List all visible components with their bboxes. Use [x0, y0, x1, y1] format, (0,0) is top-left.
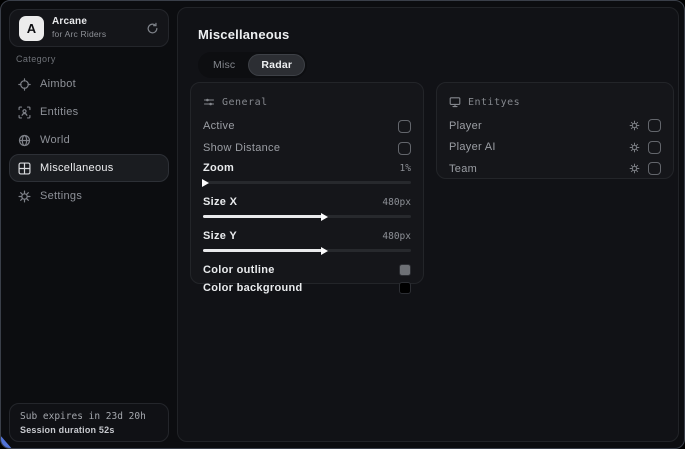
size-y-slider-thumb[interactable]	[321, 247, 328, 255]
app-subtitle: for Arc Riders	[52, 29, 106, 40]
player-label: Player	[449, 120, 629, 132]
app-window: A Arcane for Arc Riders Category Aimbot	[0, 0, 685, 449]
active-row: Active	[203, 115, 411, 137]
size-y-value: 480px	[382, 231, 411, 242]
app-title: Arcane	[52, 16, 106, 29]
color-outline-label: Color outline	[203, 264, 275, 276]
tab-group: Misc Radar	[198, 52, 307, 78]
color-outline-swatch[interactable]	[399, 264, 411, 276]
team-settings-gear-icon[interactable]	[629, 163, 640, 174]
sidebar: A Arcane for Arc Riders Category Aimbot	[1, 1, 177, 448]
category-label: Category	[16, 54, 56, 64]
refresh-icon[interactable]	[146, 22, 159, 35]
zoom-value: 1%	[400, 163, 411, 174]
logo-card: A Arcane for Arc Riders	[9, 9, 169, 47]
zoom-slider-thumb[interactable]	[202, 179, 209, 187]
sidebar-item-world[interactable]: World	[9, 126, 169, 154]
show-distance-label: Show Distance	[203, 142, 280, 154]
entities-panel: Entityes Player Player AI	[436, 82, 674, 179]
tab-misc[interactable]: Misc	[200, 54, 248, 76]
size-x-value: 480px	[382, 197, 411, 208]
sidebar-item-label: Aimbot	[40, 78, 76, 90]
entity-row-team: Team	[449, 158, 661, 180]
entity-row-player-ai: Player AI	[449, 137, 661, 159]
player-ai-settings-gear-icon[interactable]	[629, 142, 640, 153]
show-distance-row: Show Distance	[203, 137, 411, 159]
player-ai-checkbox[interactable]	[648, 141, 661, 154]
sidebar-item-entities[interactable]: Entities	[9, 98, 169, 126]
sub-expires-text: Sub expires in 23d 20h	[20, 411, 158, 422]
sidebar-item-label: Entities	[40, 106, 78, 118]
size-x-row: Size X 480px	[203, 193, 411, 211]
size-x-slider-thumb[interactable]	[321, 213, 328, 221]
sidebar-item-label: Settings	[40, 190, 82, 202]
size-x-label: Size X	[203, 196, 237, 208]
sidebar-item-miscellaneous[interactable]: Miscellaneous	[9, 154, 169, 182]
session-duration-text: Session duration 52s	[20, 425, 158, 435]
crosshair-icon	[18, 78, 31, 91]
grid-icon	[18, 162, 31, 175]
globe-icon	[18, 134, 31, 147]
show-distance-checkbox[interactable]	[398, 142, 411, 155]
sidebar-nav: Aimbot Entities World	[9, 70, 169, 210]
color-background-swatch[interactable]	[399, 282, 411, 294]
sidebar-item-settings[interactable]: Settings	[9, 182, 169, 210]
active-label: Active	[203, 120, 235, 132]
general-panel-title: General	[222, 97, 268, 108]
player-settings-gear-icon[interactable]	[629, 120, 640, 131]
main-panel: Miscellaneous Misc Radar General Active …	[177, 7, 679, 442]
entities-panel-title: Entityes	[468, 97, 520, 108]
team-label: Team	[449, 163, 629, 175]
player-ai-label: Player AI	[449, 141, 629, 153]
active-checkbox[interactable]	[398, 120, 411, 133]
tab-radar[interactable]: Radar	[248, 54, 305, 76]
app-logo: A	[19, 16, 44, 41]
monitor-icon	[449, 96, 461, 108]
color-background-row: Color background	[203, 279, 411, 297]
zoom-slider[interactable]	[203, 181, 411, 184]
size-y-slider[interactable]	[203, 249, 411, 252]
size-y-row: Size Y 480px	[203, 227, 411, 245]
sidebar-item-label: Miscellaneous	[40, 162, 114, 174]
zoom-row: Zoom 1%	[203, 159, 411, 177]
zoom-label: Zoom	[203, 162, 234, 174]
size-x-slider[interactable]	[203, 215, 411, 218]
sidebar-item-aimbot[interactable]: Aimbot	[9, 70, 169, 98]
sidebar-item-label: World	[40, 134, 70, 146]
gear-icon	[18, 190, 31, 203]
size-y-label: Size Y	[203, 230, 237, 242]
entity-row-player: Player	[449, 115, 661, 137]
page-title: Miscellaneous	[198, 27, 289, 42]
subscription-card: Sub expires in 23d 20h Session duration …	[9, 403, 169, 442]
entities-scan-icon	[18, 106, 31, 119]
color-outline-row: Color outline	[203, 261, 411, 279]
general-panel: General Active Show Distance Zoom 1% Siz…	[190, 82, 424, 284]
color-background-label: Color background	[203, 282, 303, 294]
player-checkbox[interactable]	[648, 119, 661, 132]
team-checkbox[interactable]	[648, 162, 661, 175]
sliders-icon	[203, 96, 215, 108]
